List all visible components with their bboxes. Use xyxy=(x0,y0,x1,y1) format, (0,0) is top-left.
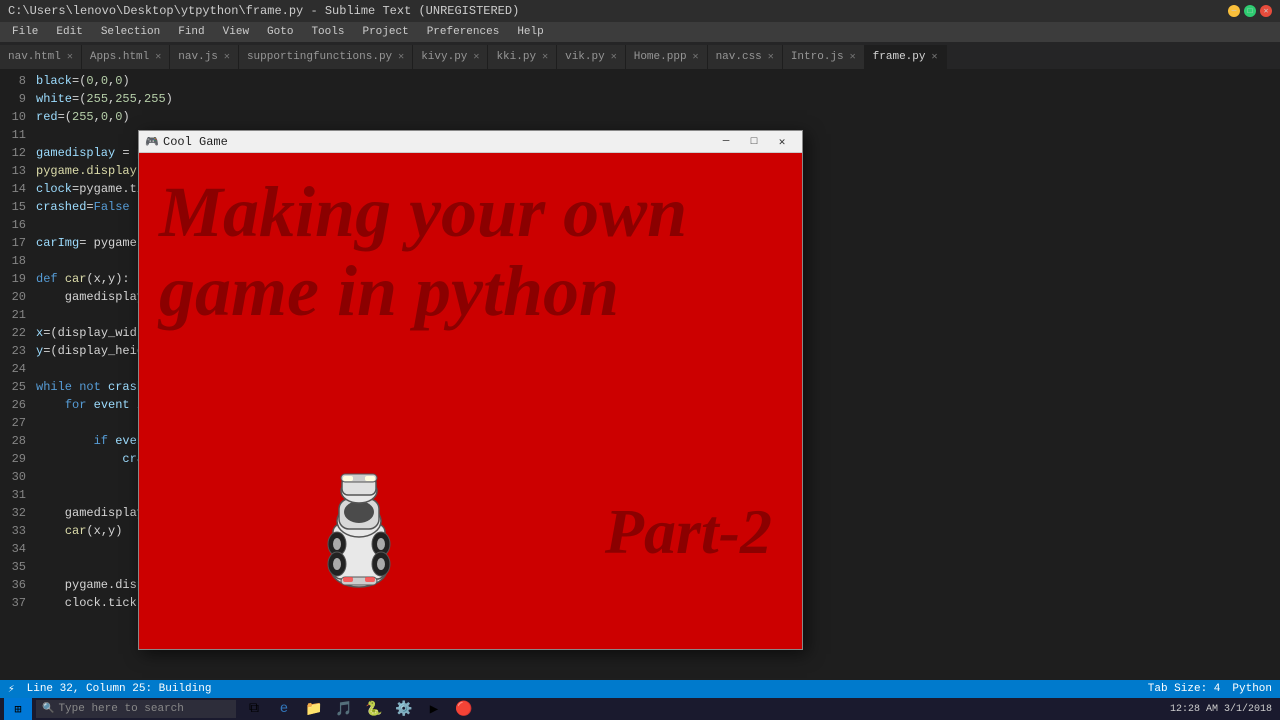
taskbar-search[interactable]: 🔍 Type here to search xyxy=(36,700,236,718)
tab-close-kivy[interactable]: ✕ xyxy=(473,51,479,63)
menu-edit[interactable]: Edit xyxy=(48,22,90,42)
app7-icon[interactable]: ⚙️ xyxy=(390,698,418,720)
tab-close-nav-html[interactable]: ✕ xyxy=(67,51,73,63)
menu-view[interactable]: View xyxy=(215,22,257,42)
tab-kivy[interactable]: kivy.py ✕ xyxy=(413,45,488,69)
file-explorer-icon[interactable]: 📁 xyxy=(300,698,328,720)
game-part-text: Part-2 xyxy=(605,495,772,569)
close-button[interactable]: ✕ xyxy=(1260,5,1272,17)
task-view-button[interactable]: ⧉ xyxy=(240,698,268,720)
game-content-area: Making your owngame in python Part-2 xyxy=(139,153,802,649)
game-main-text: Making your owngame in python xyxy=(139,173,802,331)
menu-preferences[interactable]: Preferences xyxy=(419,22,508,42)
game-minimize-button[interactable]: ─ xyxy=(712,131,740,153)
menu-goto[interactable]: Goto xyxy=(259,22,301,42)
tab-close-intro[interactable]: ✕ xyxy=(850,51,856,63)
status-bar: ⚡ Line 32, Column 25: Building Tab Size:… xyxy=(0,680,1280,698)
app-title-bar: C:\Users\lenovo\Desktop\ytpython\frame.p… xyxy=(0,0,1280,22)
menu-find[interactable]: Find xyxy=(170,22,212,42)
status-right: Tab Size: 4 Python xyxy=(1148,683,1272,695)
taskbar: ⊞ 🔍 Type here to search ⧉ e 📁 🎵 🐍 ⚙️ ▶ 🔴… xyxy=(0,698,1280,720)
tab-nav-js[interactable]: nav.js ✕ xyxy=(170,45,239,69)
tab-close-nav-css[interactable]: ✕ xyxy=(768,51,774,63)
tab-close-home[interactable]: ✕ xyxy=(693,51,699,63)
tab-close-frame[interactable]: ✕ xyxy=(931,51,937,63)
app6-icon[interactable]: 🐍 xyxy=(360,698,388,720)
status-message: Line 32, Column 25: Building xyxy=(27,683,212,695)
tab-close-nav-js[interactable]: ✕ xyxy=(224,51,230,63)
tab-nav-css[interactable]: nav.css ✕ xyxy=(708,45,783,69)
app9-icon[interactable]: 🔴 xyxy=(450,698,478,720)
status-tab-size: Tab Size: 4 xyxy=(1148,683,1221,695)
tabs-bar: nav.html ✕ Apps.html ✕ nav.js ✕ supporti… xyxy=(0,42,1280,70)
code-line-10: red=(255,0,0) xyxy=(36,108,1280,126)
tab-close-sf[interactable]: ✕ xyxy=(398,51,404,63)
game-window-icon: 🎮 xyxy=(145,135,159,149)
app5-icon[interactable]: 🎵 xyxy=(330,698,358,720)
menu-tools[interactable]: Tools xyxy=(303,22,352,42)
minimize-button[interactable]: ─ xyxy=(1228,5,1240,17)
title-bar-text: C:\Users\lenovo\Desktop\ytpython\frame.p… xyxy=(8,4,1228,18)
tab-intro-js[interactable]: Intro.js ✕ xyxy=(783,45,865,69)
app8-icon[interactable]: ▶ xyxy=(420,698,448,720)
tab-close-vik[interactable]: ✕ xyxy=(611,51,617,63)
edge-browser-icon[interactable]: e xyxy=(270,698,298,720)
code-line-9: white=(255,255,255) xyxy=(36,90,1280,108)
maximize-button[interactable]: □ xyxy=(1244,5,1256,17)
tab-frame-py[interactable]: frame.py ✕ xyxy=(865,45,947,69)
game-close-button[interactable]: ✕ xyxy=(768,131,796,153)
tab-vik[interactable]: vik.py ✕ xyxy=(557,45,626,69)
tab-close-kki[interactable]: ✕ xyxy=(542,51,548,63)
game-window-title: Cool Game xyxy=(163,135,712,149)
start-button[interactable]: ⊞ xyxy=(4,698,32,720)
menu-help[interactable]: Help xyxy=(509,22,551,42)
tab-apps-html[interactable]: Apps.html ✕ xyxy=(82,45,170,69)
search-icon: 🔍 xyxy=(42,703,54,715)
game-window[interactable]: 🎮 Cool Game ─ □ ✕ Making your owngame in… xyxy=(138,130,803,650)
line-numbers: 8 9 10 11 12 13 14 15 16 17 18 19 20 21 … xyxy=(0,70,32,670)
taskbar-time: 12:28 AM xyxy=(1170,704,1218,715)
code-line-8: black=(0,0,0) xyxy=(36,72,1280,90)
taskbar-apps: ⧉ e 📁 🎵 🐍 ⚙️ ▶ 🔴 xyxy=(240,698,478,720)
game-window-controls: ─ □ ✕ xyxy=(712,131,796,153)
car-graphic xyxy=(319,469,419,629)
menu-bar: File Edit Selection Find View Goto Tools… xyxy=(0,22,1280,42)
game-maximize-button[interactable]: □ xyxy=(740,131,768,153)
game-title-bar: 🎮 Cool Game ─ □ ✕ xyxy=(139,131,802,153)
window-controls: ─ □ ✕ xyxy=(1228,5,1272,17)
tab-supportingfunctions[interactable]: supportingfunctions.py ✕ xyxy=(239,45,413,69)
status-left: ⚡ xyxy=(8,682,15,696)
taskbar-right: 12:28 AM 3/1/2018 xyxy=(1170,704,1276,715)
tab-kki[interactable]: kki.py ✕ xyxy=(488,45,557,69)
menu-file[interactable]: File xyxy=(4,22,46,42)
status-language: Python xyxy=(1232,683,1272,695)
taskbar-date: 3/1/2018 xyxy=(1224,704,1272,715)
tab-home[interactable]: Home.ppp ✕ xyxy=(626,45,708,69)
search-placeholder-text: Type here to search xyxy=(58,703,183,715)
tab-nav-html[interactable]: nav.html ✕ xyxy=(0,45,82,69)
tab-close-apps-html[interactable]: ✕ xyxy=(155,51,161,63)
menu-selection[interactable]: Selection xyxy=(93,22,168,42)
menu-project[interactable]: Project xyxy=(354,22,416,42)
